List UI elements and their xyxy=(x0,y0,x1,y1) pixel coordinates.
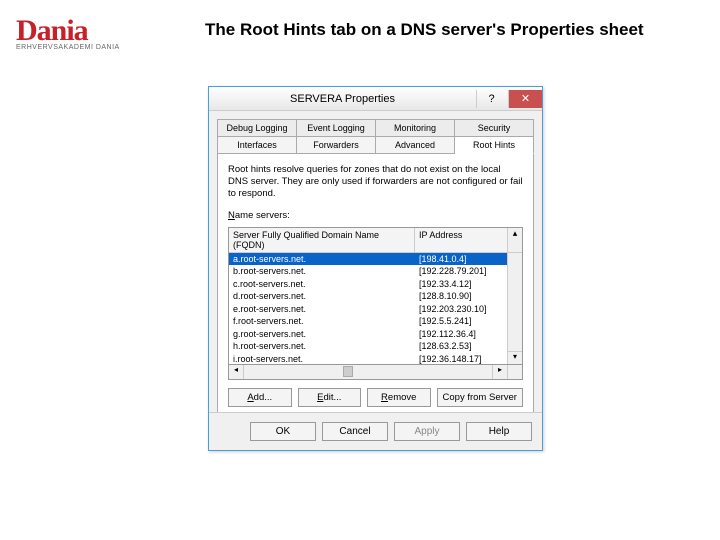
tab-row-front: Interfaces Forwarders Advanced Root Hint… xyxy=(217,136,534,153)
horizontal-scrollbar[interactable]: ◂ ▸ xyxy=(228,365,523,380)
table-row[interactable]: e.root-servers.net.[192.203.230.10] xyxy=(229,303,507,316)
logo-subtext: ERHVERVSAKADEMI DANIA xyxy=(16,44,120,51)
row-ip: [128.63.2.53] xyxy=(415,341,507,351)
tab-advanced[interactable]: Advanced xyxy=(376,136,455,153)
row-ip: [128.8.10.90] xyxy=(415,291,507,301)
add-button[interactable]: Add... xyxy=(228,388,292,407)
row-fqdn: a.root-servers.net. xyxy=(229,254,415,264)
description-text: Root hints resolve queries for zones tha… xyxy=(228,164,523,200)
scroll-corner xyxy=(507,365,522,379)
row-ip: [192.5.5.241] xyxy=(415,316,507,326)
list-rows: a.root-servers.net.[198.41.0.4]b.root-se… xyxy=(229,253,507,364)
remove-button[interactable]: Remove xyxy=(367,388,431,407)
row-ip: [192.36.148.17] xyxy=(415,354,507,364)
tab-monitoring[interactable]: Monitoring xyxy=(376,119,455,136)
scroll-left-icon[interactable]: ◂ xyxy=(229,365,244,379)
help-button[interactable]: Help xyxy=(466,422,532,441)
tab-security[interactable]: Security xyxy=(455,119,534,136)
tab-event-logging[interactable]: Event Logging xyxy=(297,119,376,136)
logo: Dania ERHVERVSAKADEMI DANIA xyxy=(16,14,120,51)
logo-script: Dania xyxy=(16,14,120,48)
scroll-up-icon[interactable]: ▴ xyxy=(507,228,522,252)
close-button[interactable]: ✕ xyxy=(508,90,542,108)
tabs-region: Debug Logging Event Logging Monitoring S… xyxy=(209,111,542,423)
row-ip: [192.203.230.10] xyxy=(415,304,507,314)
dialog-title: SERVERA Properties xyxy=(209,93,476,105)
column-fqdn[interactable]: Server Fully Qualified Domain Name (FQDN… xyxy=(229,228,415,252)
tab-row-back: Debug Logging Event Logging Monitoring S… xyxy=(217,119,534,136)
row-fqdn: i.root-servers.net. xyxy=(229,354,415,364)
table-row[interactable]: g.root-servers.net.[192.112.36.4] xyxy=(229,328,507,341)
table-row[interactable]: b.root-servers.net.[192.228.79.201] xyxy=(229,265,507,278)
scroll-right-icon[interactable]: ▸ xyxy=(492,365,507,379)
row-fqdn: f.root-servers.net. xyxy=(229,316,415,326)
tab-root-hints[interactable]: Root Hints xyxy=(455,136,534,154)
row-fqdn: b.root-servers.net. xyxy=(229,266,415,276)
table-row[interactable]: f.root-servers.net.[192.5.5.241] xyxy=(229,315,507,328)
row-ip: [192.112.36.4] xyxy=(415,329,507,339)
hscroll-track[interactable] xyxy=(244,365,492,379)
row-fqdn: d.root-servers.net. xyxy=(229,291,415,301)
row-fqdn: e.root-servers.net. xyxy=(229,304,415,314)
cancel-button[interactable]: Cancel xyxy=(322,422,388,441)
properties-dialog: SERVERA Properties ? ✕ Debug Logging Eve… xyxy=(208,86,543,451)
help-title-button[interactable]: ? xyxy=(476,90,506,108)
row-ip: [192.228.79.201] xyxy=(415,266,507,276)
vertical-scrollbar[interactable]: ▾ xyxy=(507,253,522,364)
table-row[interactable]: a.root-servers.net.[198.41.0.4] xyxy=(229,253,507,266)
apply-button[interactable]: Apply xyxy=(394,422,460,441)
table-row[interactable]: d.root-servers.net.[128.8.10.90] xyxy=(229,290,507,303)
tab-debug-logging[interactable]: Debug Logging xyxy=(217,119,297,136)
name-servers-listbox[interactable]: Server Fully Qualified Domain Name (FQDN… xyxy=(228,227,523,365)
tab-interfaces[interactable]: Interfaces xyxy=(217,136,297,153)
copy-from-server-button[interactable]: Copy from Server xyxy=(437,388,524,407)
table-row[interactable]: i.root-servers.net.[192.36.148.17] xyxy=(229,353,507,364)
tab-content: Root hints resolve queries for zones tha… xyxy=(217,153,534,423)
slide-title: The Root Hints tab on a DNS server's Pro… xyxy=(205,20,644,40)
ok-button[interactable]: OK xyxy=(250,422,316,441)
table-row[interactable]: h.root-servers.net.[128.63.2.53] xyxy=(229,340,507,353)
row-ip: [198.41.0.4] xyxy=(415,254,507,264)
table-row[interactable]: c.root-servers.net.[192.33.4.12] xyxy=(229,278,507,291)
row-fqdn: h.root-servers.net. xyxy=(229,341,415,351)
name-servers-label: Name servers: xyxy=(228,210,523,221)
scroll-down-icon[interactable]: ▾ xyxy=(508,351,522,364)
row-buttons: Add... Edit... Remove Copy from Server xyxy=(228,388,523,407)
titlebar: SERVERA Properties ? ✕ xyxy=(209,87,542,111)
scroll-track[interactable] xyxy=(508,253,522,351)
hscroll-thumb[interactable] xyxy=(343,366,353,377)
tab-forwarders[interactable]: Forwarders xyxy=(297,136,376,153)
row-fqdn: g.root-servers.net. xyxy=(229,329,415,339)
column-ip[interactable]: IP Address xyxy=(415,228,507,252)
row-ip: [192.33.4.12] xyxy=(415,279,507,289)
row-fqdn: c.root-servers.net. xyxy=(229,279,415,289)
edit-button[interactable]: Edit... xyxy=(298,388,362,407)
list-header: Server Fully Qualified Domain Name (FQDN… xyxy=(229,228,522,253)
dialog-button-row: OK Cancel Apply Help xyxy=(209,412,542,450)
